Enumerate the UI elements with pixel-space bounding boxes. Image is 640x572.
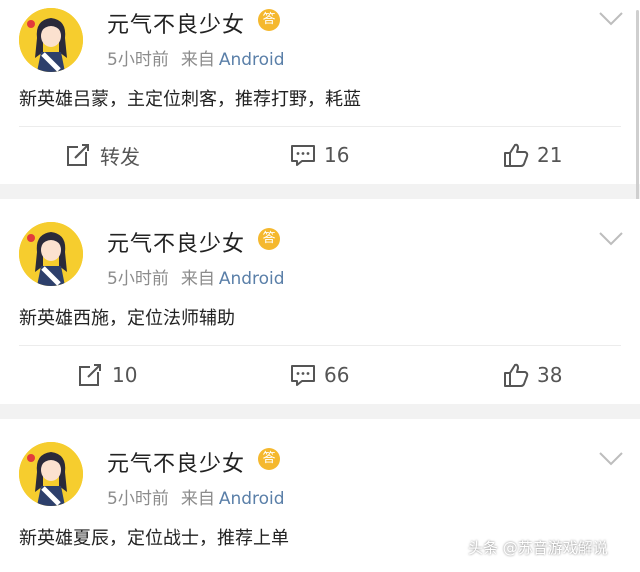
post-time: 5小时前 bbox=[107, 489, 169, 509]
post-text: 新英雄西施，定位法师辅助 bbox=[19, 308, 235, 329]
post-card: 元气不良少女 答 5小时前来自Android 新英雄西施，定位法师辅助 10 bbox=[0, 199, 640, 404]
avatar-image bbox=[19, 442, 83, 506]
repost-icon bbox=[79, 363, 104, 386]
answer-badge-icon: 答 bbox=[258, 448, 280, 470]
post-from-label: 来自 bbox=[180, 489, 215, 509]
chevron-down-icon[interactable] bbox=[598, 10, 624, 28]
repost-label: 转发 bbox=[100, 144, 140, 169]
divider bbox=[19, 345, 621, 346]
repost-button[interactable]: 转发 bbox=[66, 140, 140, 170]
comment-icon bbox=[291, 145, 315, 166]
repost-button[interactable]: 10 bbox=[78, 360, 137, 390]
repost-icon bbox=[67, 143, 92, 166]
avatar-image bbox=[19, 8, 83, 72]
like-count: 21 bbox=[537, 143, 563, 167]
avatar[interactable] bbox=[19, 8, 83, 72]
post-meta: 5小时前 来自 Android bbox=[107, 45, 285, 70]
like-icon bbox=[504, 143, 529, 167]
weibo-feed: 元气不良少女 答 5小时前 来自 Android 新英雄吕蒙，主定位刺客，推荐打野，… bbox=[0, 0, 640, 572]
post-device-link[interactable]: Android bbox=[219, 50, 285, 70]
chevron-down-icon[interactable] bbox=[598, 450, 624, 468]
post-device-link[interactable]: Android bbox=[219, 489, 285, 509]
like-icon bbox=[504, 363, 529, 387]
post-text: 新英雄夏辰，定位战士，推荐上单 bbox=[19, 528, 289, 549]
watermark: 头条 @苏音游戏解说 bbox=[468, 539, 608, 557]
avatar[interactable] bbox=[19, 222, 83, 286]
comment-button[interactable]: 16 bbox=[290, 140, 349, 170]
avatar[interactable] bbox=[19, 442, 83, 506]
repost-count: 10 bbox=[112, 363, 138, 387]
post-from-label: 来自 bbox=[180, 50, 215, 70]
like-count: 38 bbox=[537, 363, 563, 387]
post-time: 5小时前 bbox=[107, 50, 169, 70]
post-time: 5小时前 bbox=[107, 269, 169, 289]
comment-count: 66 bbox=[324, 363, 350, 387]
like-button[interactable]: 38 bbox=[503, 360, 562, 390]
post-text: 新英雄吕蒙，主定位刺客，推荐打野，耗蓝 bbox=[19, 89, 361, 110]
comment-count: 16 bbox=[324, 143, 350, 167]
post-meta: 5小时前 来自 Android bbox=[107, 484, 285, 509]
scrollbar[interactable] bbox=[636, 10, 639, 200]
post-device-link[interactable]: Android bbox=[219, 269, 285, 289]
chevron-down-icon[interactable] bbox=[598, 230, 624, 248]
avatar-image bbox=[19, 222, 83, 286]
divider bbox=[19, 126, 621, 127]
author-name[interactable]: 元气不良少女 bbox=[107, 446, 245, 478]
author-name[interactable]: 元气不良少女 bbox=[107, 7, 245, 39]
comment-icon bbox=[291, 365, 315, 386]
comment-button[interactable]: 66 bbox=[290, 360, 349, 390]
post-from-label: 来自 bbox=[180, 269, 215, 289]
answer-badge-icon: 答 bbox=[258, 228, 280, 250]
like-button[interactable]: 21 bbox=[503, 140, 562, 170]
answer-badge-icon: 答 bbox=[258, 9, 280, 31]
post-meta: 5小时前 来自 Android bbox=[107, 264, 285, 289]
author-name[interactable]: 元气不良少女 bbox=[107, 226, 245, 258]
post-card: 元气不良少女 答 5小时前 来自 Android 新英雄吕蒙，主定位刺客，推荐打野，… bbox=[0, 0, 640, 200]
